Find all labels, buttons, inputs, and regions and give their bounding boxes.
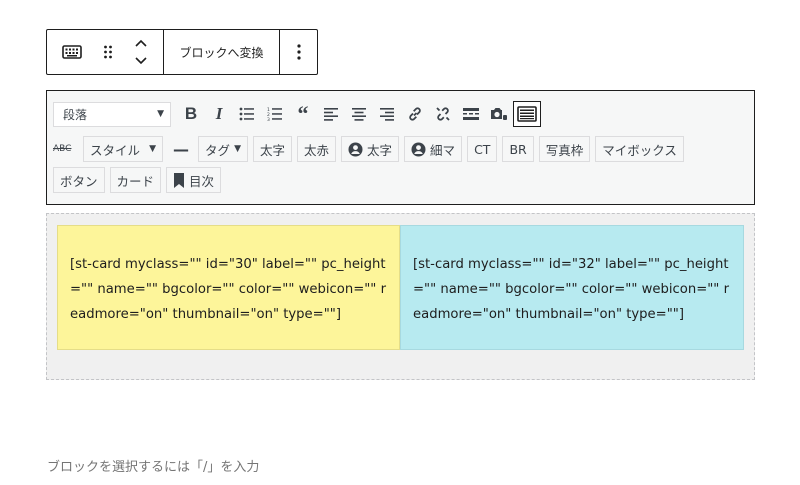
vertical-ellipsis-icon [296,44,301,60]
br-button[interactable]: BR [502,136,534,162]
user-circle-icon [348,142,363,156]
convert-to-block-button[interactable]: ブロックへ変換 [163,30,279,74]
keyboard-toggle-icon[interactable] [513,101,541,127]
chevron-down-icon: ▼ [234,144,241,154]
user-thin-button[interactable]: 細マ [404,136,463,162]
unlink-icon[interactable] [429,101,457,127]
toc-button[interactable]: 目次 [166,167,222,193]
chevron-down-icon: ▼ [157,109,164,119]
move-up-down-icon[interactable] [134,39,148,65]
toolbar-row-2: ABC スタイル ▼ — タグ ▼ 太字 太赤 太字 細マ CT BR 写真枠 … [53,136,689,162]
bold-icon[interactable]: B [177,101,205,127]
bold-style-button[interactable]: 太字 [253,136,293,162]
format-select[interactable]: 段落 ▼ [53,101,171,127]
toolbar-row-1: 段落 ▼ B I 123 “ [53,101,541,127]
align-right-icon[interactable] [373,101,401,127]
bookmark-icon [174,172,185,188]
numbered-list-icon[interactable]: 123 [261,101,289,127]
tag-dropdown-label: タグ [205,142,231,158]
ct-button[interactable]: CT [467,136,498,162]
mybox-button[interactable]: マイボックス [595,136,684,162]
italic-icon[interactable]: I [205,101,233,127]
keyboard-icon[interactable] [61,45,82,59]
tag-dropdown[interactable]: タグ ▼ [198,136,248,162]
user-circle-icon [411,142,426,156]
user-bold-label: 太字 [367,142,393,158]
card-shortcode-button[interactable]: カード [109,167,162,193]
card-shortcode-text: [st-card myclass="" id="32" label="" pc_… [413,257,729,322]
drag-handle-icon[interactable] [103,44,113,60]
card-shortcode-cyan[interactable]: [st-card myclass="" id="32" label="" pc_… [400,225,744,350]
photo-frame-button[interactable]: 写真枠 [538,136,591,162]
horizontal-rule-button[interactable]: — [168,140,194,159]
blockquote-icon[interactable]: “ [289,101,317,127]
strikethrough-button[interactable]: ABC [53,144,77,154]
toolbar-row-3: ボタン カード 目次 [53,167,226,193]
more-options-button[interactable] [279,30,317,74]
svg-text:3: 3 [267,117,270,121]
style-dropdown-label: スタイル [90,142,141,158]
block-placeholder[interactable]: ブロックを選択するには「/」を入力 [47,456,259,475]
convert-to-block-label: ブロックへ変換 [179,45,264,60]
button-shortcode-button[interactable]: ボタン [53,167,105,193]
bold-red-button[interactable]: 太赤 [297,136,337,162]
card-shortcode-yellow[interactable]: [st-card myclass="" id="30" label="" pc_… [57,225,400,350]
chevron-down-icon: ▼ [149,144,156,154]
align-center-icon[interactable] [345,101,373,127]
card-shortcode-text: [st-card myclass="" id="30" label="" pc_… [70,257,386,322]
block-toolbar-icon-group [47,30,163,74]
user-thin-label: 細マ [430,142,456,158]
style-dropdown[interactable]: スタイル ▼ [83,136,163,162]
link-icon[interactable] [401,101,429,127]
bullet-list-icon[interactable] [233,101,261,127]
block-toolbar: ブロックへ変換 [46,29,318,75]
toc-label: 目次 [189,173,215,189]
align-left-icon[interactable] [317,101,345,127]
format-select-value: 段落 [63,107,88,122]
classic-editor-toolbar: 段落 ▼ B I 123 “ ABC スタイル ▼ — タグ ▼ 太字 太赤 太… [46,90,755,205]
user-bold-button[interactable]: 太字 [341,136,400,162]
read-more-icon[interactable] [457,101,485,127]
classic-content-block[interactable]: [st-card myclass="" id="30" label="" pc_… [46,213,755,380]
camera-icon[interactable] [485,101,513,127]
